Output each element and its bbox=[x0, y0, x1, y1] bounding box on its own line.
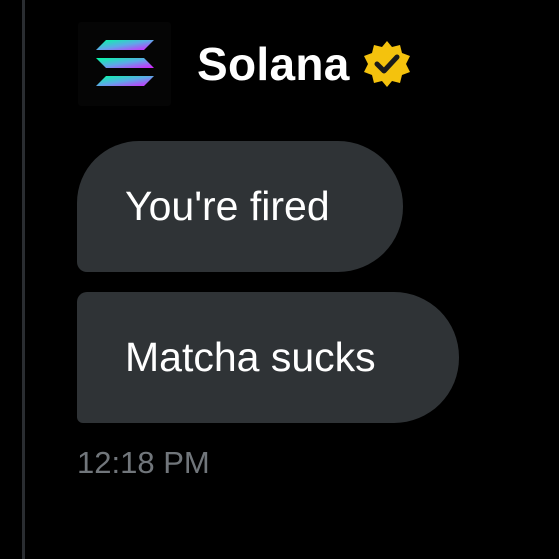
message-text: You're fired bbox=[125, 183, 330, 229]
message-timestamp: 12:18 PM bbox=[77, 445, 210, 480]
thread-divider bbox=[22, 0, 25, 559]
sender-header: Solana bbox=[78, 22, 412, 106]
message-bubble[interactable]: Matcha sucks bbox=[77, 292, 459, 423]
avatar[interactable] bbox=[78, 22, 171, 106]
verified-badge-icon bbox=[363, 41, 410, 87]
message-text: Matcha sucks bbox=[125, 334, 376, 380]
solana-logo-icon bbox=[95, 40, 154, 86]
message-bubble[interactable]: You're fired bbox=[77, 141, 403, 272]
sender-name[interactable]: Solana bbox=[197, 41, 350, 87]
